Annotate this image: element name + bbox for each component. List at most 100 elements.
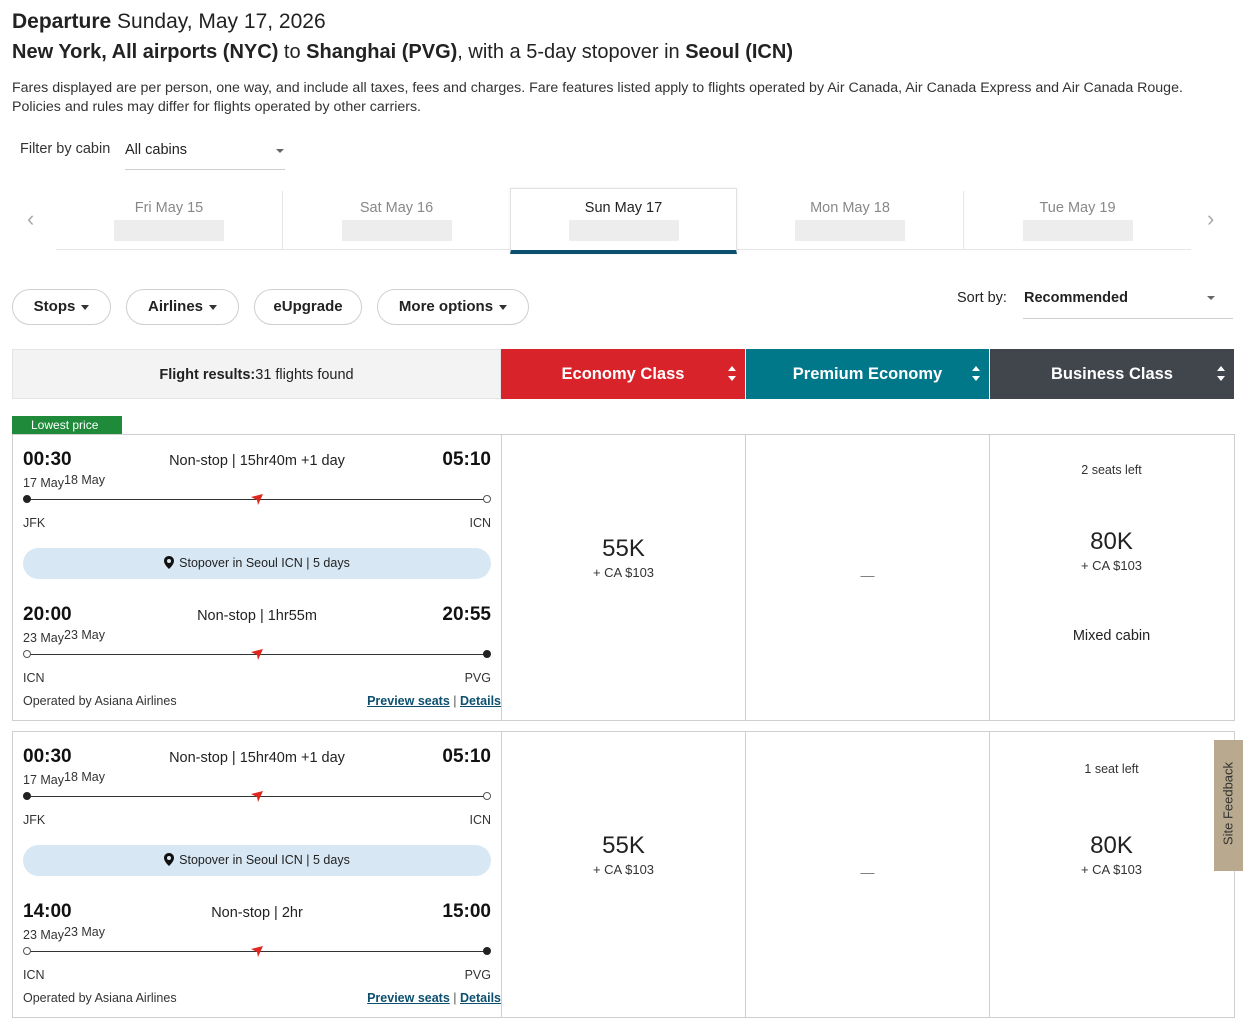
fare-points: 80K [1090, 528, 1133, 555]
location-pin-icon [164, 852, 175, 866]
divider [989, 435, 990, 720]
arrival-time: 05:10 [442, 449, 491, 470]
more-options-button[interactable]: More options [377, 289, 529, 325]
site-feedback-label: Site Feedback [1220, 761, 1236, 846]
price-placeholder [795, 220, 905, 241]
chevron-left-icon[interactable]: ‹ [27, 206, 34, 232]
premium-unavailable: — [860, 567, 875, 583]
business-fare-cell[interactable]: 80K + CA $103 [990, 528, 1233, 573]
departure-label: Departure [12, 10, 112, 33]
stopover-banner: Stopover in Seoul ICN | 5 days [23, 845, 491, 876]
departure-date: Sunday, May 17, 2026 [117, 10, 326, 33]
chevron-right-icon[interactable]: › [1207, 206, 1214, 232]
connecting-segment: 20:00 Non-stop | 1hr55m 20:55 23 May 23 … [23, 604, 491, 692]
origin-dot [23, 650, 31, 658]
airlines-filter-button[interactable]: Airlines [126, 289, 239, 325]
site-feedback-tab[interactable]: Site Feedback [1214, 740, 1243, 871]
arrival-time: 15:00 [442, 901, 491, 922]
caret-down-icon [276, 149, 284, 153]
details-link[interactable]: Details [460, 694, 501, 708]
economy-fare-cell[interactable]: 55K + CA $103 [502, 832, 745, 877]
route-heading: New York, All airports (NYC) to Shanghai… [12, 41, 793, 64]
economy-class-label: Economy Class [561, 365, 685, 383]
origin-dot [23, 947, 31, 955]
flight-results-summary: Flight results:31 flights found [12, 349, 501, 399]
destination-dot [483, 792, 491, 800]
origin-code: ICN [23, 968, 45, 982]
date-tab-sun-may-17[interactable]: Sun May 17 [510, 188, 737, 254]
results-label: Flight results: [159, 367, 256, 383]
departure-heading: Departure Sunday, May 17, 2026 [12, 10, 326, 34]
departure-date: 17 May [23, 476, 64, 490]
connecting-segment: 14:00 Non-stop | 2hr 15:00 23 May 23 May… [23, 901, 491, 989]
business-class-header[interactable]: Business Class [990, 349, 1234, 399]
more-options-label: More options [398, 298, 494, 315]
sort-arrows-icon [727, 366, 737, 382]
origin-dot [23, 792, 31, 800]
sort-arrows-icon [1216, 366, 1226, 382]
sort-arrows-icon [971, 366, 981, 382]
eupgrade-filter-button[interactable]: eUpgrade [254, 289, 362, 325]
airline-logo-icon [251, 649, 263, 660]
stopover-banner: Stopover in Seoul ICN | 5 days [23, 548, 491, 579]
premium-economy-header[interactable]: Premium Economy [746, 349, 989, 399]
date-tab-mon-may-18[interactable]: Mon May 18 [737, 191, 964, 250]
sort-by-label: Sort by: [957, 290, 1007, 306]
date-tab-label: Sun May 17 [584, 200, 663, 216]
stops-filter-button[interactable]: Stops [12, 289, 111, 325]
location-pin-icon [164, 555, 175, 569]
cabin-filter-select[interactable]: All cabins [125, 133, 285, 170]
origin-code: ICN [23, 671, 45, 685]
departure-date: 17 May [23, 773, 64, 787]
preview-seats-link[interactable]: Preview seats [367, 991, 450, 1005]
airline-logo-icon [251, 791, 263, 802]
arrival-time: 05:10 [442, 746, 491, 767]
origin-code: JFK [23, 813, 46, 827]
airlines-label: Airlines [147, 298, 204, 315]
cabin-filter-value: All cabins [125, 142, 188, 158]
sort-select[interactable]: Recommended [1023, 282, 1233, 319]
destination-dot [483, 947, 491, 955]
seats-left: 2 seats left [1081, 463, 1142, 477]
economy-class-header[interactable]: Economy Class [501, 349, 745, 399]
eupgrade-label: eUpgrade [273, 298, 343, 315]
details-link[interactable]: Details [460, 991, 501, 1005]
destination-code: ICN [469, 813, 491, 827]
price-placeholder [114, 220, 224, 241]
stopover-city: Seoul (ICN) [685, 41, 793, 63]
filter-by-cabin-label: Filter by cabin [20, 141, 111, 157]
arrival-date: 23 May [64, 628, 105, 642]
date-tab-sat-may-16[interactable]: Sat May 16 [283, 191, 510, 250]
to-word: to [283, 41, 301, 63]
flight-card: 00:30 Non-stop | 15hr40m +1 day 05:10 17… [12, 731, 1235, 1018]
fare-cash: + CA $103 [592, 862, 655, 877]
operated-by: Operated by Asiana Airlines [23, 991, 177, 1005]
date-tab-tue-may-19[interactable]: Tue May 19 [964, 191, 1191, 250]
origin-code: JFK [23, 516, 46, 530]
destination-code: PVG [464, 671, 491, 685]
airline-logo-icon [251, 946, 263, 957]
date-tab-fri-may-15[interactable]: Fri May 15 [56, 191, 283, 250]
segment-info: Non-stop | 2hr [211, 905, 303, 921]
date-tab-label: Fri May 15 [134, 200, 204, 216]
economy-fare-cell[interactable]: 55K + CA $103 [502, 535, 745, 580]
caret-down-icon [499, 304, 508, 310]
business-fare-cell[interactable]: 80K + CA $103 [990, 832, 1233, 877]
fare-points: 55K [602, 832, 645, 859]
date-selector: ‹ Fri May 15 Sat May 16 Sun May 17 Mon M… [0, 188, 1243, 256]
origin: New York, All airports (NYC) [12, 41, 279, 63]
results-count: 31 flights found [255, 367, 354, 383]
flight-links: Preview seats | Details [367, 694, 501, 708]
arrival-date: 23 May [64, 925, 105, 939]
stopover-prefix: , with a 5-day stopover in [457, 41, 680, 63]
origin-dot [23, 495, 31, 503]
preview-seats-link[interactable]: Preview seats [367, 694, 450, 708]
caret-down-icon [209, 304, 218, 310]
caret-down-icon [1207, 296, 1215, 300]
fare-points: 80K [1090, 832, 1133, 859]
date-tab-label: Mon May 18 [810, 200, 890, 216]
mixed-cabin-note: Mixed cabin [1072, 628, 1151, 644]
fare-cash: + CA $103 [592, 565, 655, 580]
segment-info: Non-stop | 15hr40m +1 day [169, 750, 345, 766]
premium-unavailable: — [860, 864, 875, 880]
